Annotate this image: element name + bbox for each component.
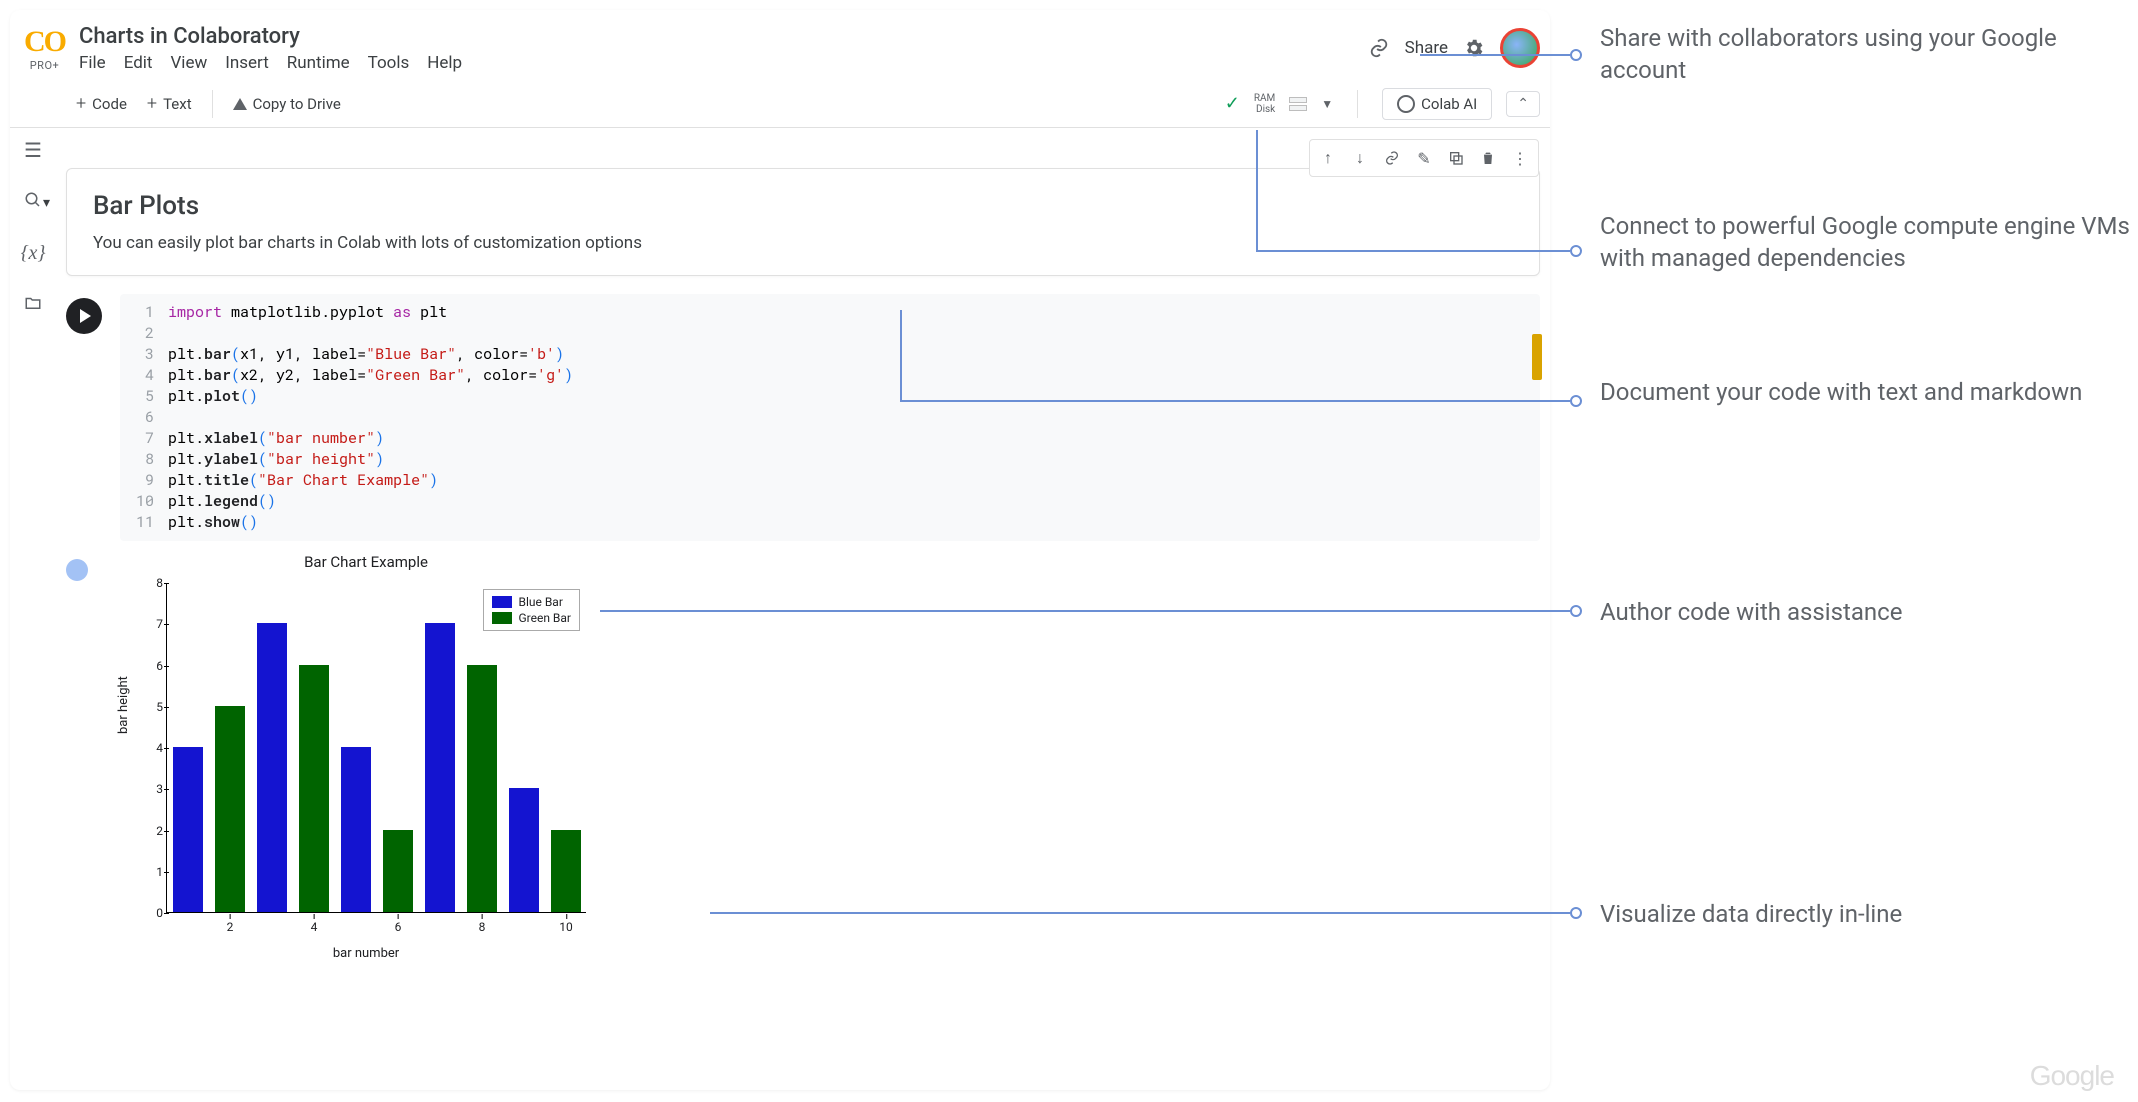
code-line[interactable]: 1import matplotlib.pyplot as plt bbox=[130, 302, 1530, 323]
colab-ai-label: Colab AI bbox=[1421, 95, 1477, 113]
title-and-menubar: Charts in Colaboratory File Edit View Inser… bbox=[79, 24, 1367, 73]
colab-ai-button[interactable]: Colab AI bbox=[1382, 88, 1492, 120]
user-avatar[interactable] bbox=[1500, 28, 1540, 68]
menu-item-file[interactable]: File bbox=[79, 53, 106, 73]
code-cell[interactable]: 1import matplotlib.pyplot as plt23plt.ba… bbox=[66, 294, 1540, 541]
menu-item-tools[interactable]: Tools bbox=[368, 53, 410, 73]
left-rail: ☰ {x} bbox=[10, 128, 56, 317]
runtime-dropdown-icon[interactable]: ▼ bbox=[1321, 97, 1333, 111]
code-line[interactable]: 6 bbox=[130, 407, 1530, 428]
output-cell: Bar Chart Example bar height bar number … bbox=[66, 553, 1540, 963]
bar-green-bar-8 bbox=[467, 665, 497, 913]
play-icon bbox=[80, 309, 91, 323]
ram-label: RAM bbox=[1254, 93, 1275, 104]
files-folder-icon[interactable] bbox=[24, 293, 42, 317]
disk-label: Disk bbox=[1254, 104, 1275, 115]
colab-logo[interactable]: CO PRO+ bbox=[24, 25, 65, 72]
ram-disk-indicator[interactable]: RAM Disk bbox=[1254, 93, 1275, 115]
menu-bar: File Edit View Insert Runtime Tools Help bbox=[79, 53, 1367, 73]
bar-blue-bar-5 bbox=[341, 747, 371, 912]
plot-area: Blue BarGreen Bar 012345678246810 bbox=[166, 583, 586, 913]
collapse-button[interactable]: ⌃ bbox=[1506, 91, 1540, 117]
bar-green-bar-2 bbox=[215, 706, 245, 912]
cell-link-icon[interactable] bbox=[1378, 144, 1406, 172]
settings-gear-icon[interactable] bbox=[1462, 36, 1486, 60]
cell-action-toolbar: ↑ ↓ ✎ ⋮ bbox=[1309, 139, 1539, 177]
runtime-status-check-icon: ✓ bbox=[1225, 93, 1240, 114]
colab-window: CO PRO+ Charts in Colaboratory File Edit V… bbox=[10, 10, 1550, 1090]
copy-to-drive-button[interactable]: Copy to Drive bbox=[223, 91, 351, 117]
header: CO PRO+ Charts in Colaboratory File Edit V… bbox=[10, 10, 1550, 80]
chart-ylabel: bar height bbox=[116, 676, 131, 734]
copy-drive-label: Copy to Drive bbox=[253, 95, 341, 113]
toolbar-divider bbox=[212, 90, 213, 118]
ai-icon bbox=[1397, 95, 1415, 113]
code-line[interactable]: 10plt.legend() bbox=[130, 491, 1530, 512]
google-footer-logo: Google bbox=[2030, 1060, 2114, 1092]
menu-item-view[interactable]: View bbox=[170, 53, 207, 73]
variables-icon[interactable]: {x} bbox=[21, 242, 46, 265]
output-author-avatar bbox=[66, 559, 88, 581]
move-down-icon[interactable]: ↓ bbox=[1346, 144, 1374, 172]
toolbar: +Code +Text Copy to Drive ✓ RAM Disk ▼ C… bbox=[10, 80, 1550, 128]
menu-item-insert[interactable]: Insert bbox=[225, 53, 269, 73]
chart-xlabel: bar number bbox=[333, 946, 399, 961]
code-line[interactable]: 4plt.bar(x2, y2, label="Green Bar", colo… bbox=[130, 365, 1530, 386]
menu-item-runtime[interactable]: Runtime bbox=[287, 53, 350, 73]
code-line[interactable]: 9plt.title("Bar Chart Example") bbox=[130, 470, 1530, 491]
logo-co: CO bbox=[24, 25, 65, 59]
move-up-icon[interactable]: ↑ bbox=[1314, 144, 1342, 172]
chart-legend: Blue BarGreen Bar bbox=[483, 589, 580, 631]
bar-blue-bar-7 bbox=[425, 623, 455, 912]
callout-author: Author code with assistance bbox=[1600, 596, 1902, 628]
callout-share: Share with collaborators using your Goog… bbox=[1600, 22, 2138, 86]
chart-title: Bar Chart Example bbox=[106, 553, 626, 571]
menu-item-help[interactable]: Help bbox=[427, 53, 462, 73]
edit-pencil-icon[interactable]: ✎ bbox=[1410, 144, 1438, 172]
bar-blue-bar-1 bbox=[173, 747, 203, 912]
logo-pro-badge: PRO+ bbox=[30, 59, 60, 72]
callout-visualize: Visualize data directly in-line bbox=[1600, 898, 1902, 930]
bar-blue-bar-3 bbox=[257, 623, 287, 912]
code-line[interactable]: 5plt.plot() bbox=[130, 386, 1530, 407]
document-title[interactable]: Charts in Colaboratory bbox=[79, 24, 1367, 49]
search-icon[interactable] bbox=[24, 190, 42, 214]
resource-bars bbox=[1289, 97, 1307, 111]
callout-compute: Connect to powerful Google compute engin… bbox=[1600, 210, 2138, 274]
callout-doc: Document your code with text and markdow… bbox=[1600, 376, 2082, 408]
notebook-main: ▾ ↑ ↓ ✎ ⋮ Bar Plots You can easily plot … bbox=[66, 168, 1540, 963]
code-line[interactable]: 2 bbox=[130, 323, 1530, 344]
bar-blue-bar-9 bbox=[509, 788, 539, 912]
code-line[interactable]: 11plt.show() bbox=[130, 512, 1530, 533]
more-dots-icon[interactable]: ⋮ bbox=[1506, 144, 1534, 172]
bar-green-bar-4 bbox=[299, 665, 329, 913]
code-line[interactable]: 3plt.bar(x1, y1, label="Blue Bar", color… bbox=[130, 344, 1530, 365]
bar-green-bar-6 bbox=[383, 830, 413, 913]
delete-trash-icon[interactable] bbox=[1474, 144, 1502, 172]
toolbar-divider bbox=[1357, 90, 1358, 118]
menu-item-edit[interactable]: Edit bbox=[124, 53, 153, 73]
add-code-button[interactable]: +Code bbox=[66, 89, 137, 118]
text-cell-heading: Bar Plots bbox=[93, 191, 1513, 221]
bar-green-bar-10 bbox=[551, 830, 581, 913]
code-line[interactable]: 7plt.xlabel("bar number") bbox=[130, 428, 1530, 449]
scrollbar-thumb[interactable] bbox=[1532, 334, 1542, 380]
add-text-label: Text bbox=[163, 95, 192, 113]
output-chart: Bar Chart Example bar height bar number … bbox=[106, 553, 626, 963]
add-text-button[interactable]: +Text bbox=[137, 89, 202, 118]
cell-collapse-icon[interactable]: ▾ bbox=[43, 195, 50, 211]
code-editor[interactable]: 1import matplotlib.pyplot as plt23plt.ba… bbox=[120, 294, 1540, 541]
mirror-cell-icon[interactable] bbox=[1442, 144, 1470, 172]
add-code-label: Code bbox=[92, 95, 127, 113]
run-cell-button[interactable] bbox=[66, 298, 102, 334]
drive-icon bbox=[233, 98, 247, 110]
text-cell[interactable]: ▾ ↑ ↓ ✎ ⋮ Bar Plots You can easily plot … bbox=[66, 168, 1540, 276]
code-line[interactable]: 8plt.ylabel("bar height") bbox=[130, 449, 1530, 470]
link-icon[interactable] bbox=[1367, 36, 1391, 60]
toc-icon[interactable]: ☰ bbox=[24, 138, 42, 162]
